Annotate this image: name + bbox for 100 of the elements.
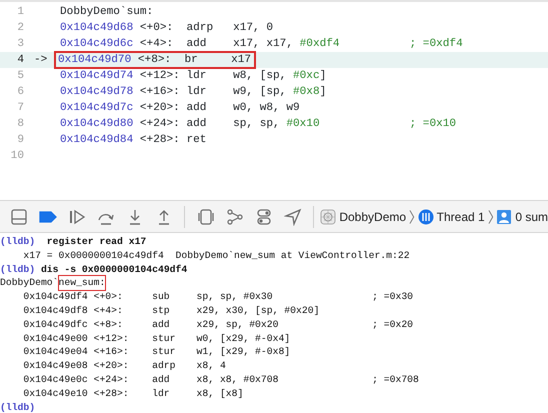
- mnemonic: ldr: [186, 69, 208, 84]
- line-number: 2: [16, 21, 25, 36]
- highlighted-function-name: new_sum:: [58, 276, 106, 290]
- offset: <+4>:: [140, 37, 174, 52]
- address: 0x104c49d6c: [60, 37, 134, 52]
- line-number: 10: [10, 149, 25, 164]
- line-number: 8: [16, 117, 25, 132]
- mnemonic: ldr: [152, 386, 171, 401]
- address: 0x104c49d84: [60, 133, 134, 148]
- offset: <+12>:: [94, 332, 130, 346]
- operand: w0, w8, w9: [233, 102, 300, 114]
- operand: x17, x17,: [233, 38, 294, 50]
- operand: ]: [320, 70, 326, 82]
- line-number: 7: [16, 101, 25, 116]
- operand: sp, sp,: [233, 118, 281, 130]
- operands: w1, [x29, #-0x8]: [196, 345, 292, 360]
- offset: <+16>:: [140, 85, 181, 100]
- console-prompt: (lldb): [0, 262, 36, 276]
- address: 0x104c49e0c: [23, 372, 89, 387]
- offset: <+24>:: [94, 372, 130, 387]
- chevron-icon: [409, 208, 415, 224]
- immediate: #0x8: [292, 86, 320, 98]
- operands: x8, [x8]: [196, 386, 244, 401]
- mnemonic: add: [186, 37, 208, 52]
- line-number: 1: [16, 5, 25, 20]
- operands: sp, sp, #0x30: [196, 290, 274, 304]
- mnemonic: ret: [186, 133, 208, 148]
- mnemonic: stur: [152, 332, 176, 346]
- mnemonic: adrp: [186, 21, 214, 36]
- mnemonic: add: [186, 101, 208, 116]
- address: 0x104c49df8: [23, 304, 89, 318]
- operands: x29, sp, #0x20: [196, 318, 280, 332]
- offset: <+28>:: [94, 386, 130, 401]
- breadcrumb-item[interactable]: 0 sum: [515, 208, 548, 226]
- comment: ; =0x30: [372, 290, 414, 304]
- line-number: 4: [16, 53, 25, 68]
- offset: <+20>:: [94, 359, 130, 373]
- console-command: dis -s 0x0000000104c49df4: [40, 262, 188, 276]
- comment: ; =0x708: [372, 372, 419, 387]
- immediate: #0xc: [292, 70, 320, 82]
- address: 0x104c49d80: [60, 117, 134, 132]
- immediate: #0x10: [286, 118, 320, 130]
- offset: <+28>:: [140, 133, 181, 148]
- console-output: x17 = 0x0000000104c49df4 DobbyDemo`new_sum at ViewController.m:22: [22, 248, 410, 263]
- address: 0x104c49d74: [60, 69, 134, 84]
- address: 0x104c49e10: [23, 386, 89, 401]
- mnemonic: ldr: [186, 85, 208, 100]
- operand: w8, [sp,: [233, 70, 288, 82]
- offset: <+0>:: [140, 21, 174, 36]
- mnemonic: sub: [152, 290, 171, 304]
- operands: w0, [x29, #-0x4]: [196, 332, 292, 346]
- offset: <+8>:: [94, 318, 124, 332]
- current-line-arrow: ->: [34, 54, 48, 66]
- operand: x17: [231, 54, 252, 66]
- address: 0x104c49e04: [23, 345, 89, 360]
- address: 0x104c49d70: [58, 53, 132, 68]
- offset: <+12>:: [140, 69, 181, 84]
- console-command: register read x17: [46, 235, 146, 249]
- function-module: DobbyDemo`: [0, 276, 59, 290]
- continue-icon[interactable]: [68, 208, 86, 226]
- mnemonic: br: [184, 53, 199, 68]
- layers-icon[interactable]: [196, 208, 215, 226]
- chevron-icon: [488, 208, 494, 224]
- breadcrumb-item[interactable]: DobbyDemo: [339, 208, 406, 226]
- offset: <+8>:: [138, 53, 172, 68]
- address: 0x104c49d78: [60, 85, 134, 100]
- line-number: 6: [16, 85, 25, 100]
- console-prompt: (lldb): [0, 400, 36, 413]
- app-icon: [320, 208, 336, 224]
- address: 0x104c49e00: [23, 332, 89, 346]
- operand: x17, 0: [233, 22, 274, 34]
- panel-toggle-icon[interactable]: [10, 208, 28, 226]
- mnemonic: add: [152, 318, 171, 332]
- offset: <+20>:: [140, 101, 181, 116]
- console-prompt: (lldb): [0, 235, 36, 249]
- toggle-switch-icon[interactable]: [254, 208, 273, 226]
- breadcrumb-item[interactable]: Thread 1: [436, 208, 485, 226]
- person-icon: [496, 208, 512, 224]
- address: 0x104c49dfc: [23, 318, 89, 332]
- address: 0x104c49d68: [60, 21, 134, 36]
- mnemonic: add: [186, 117, 208, 132]
- location-arrow-icon[interactable]: [284, 208, 302, 226]
- line-number: 9: [16, 133, 25, 148]
- line-number: 3: [16, 37, 25, 52]
- operands: x29, x30, [sp, #0x20]: [196, 304, 320, 318]
- address: 0x104c49d7c: [60, 101, 134, 116]
- comment: ; =0x20: [372, 318, 414, 332]
- offset: <+16>:: [94, 345, 130, 360]
- graph-icon[interactable]: [226, 208, 244, 226]
- offset: <+4>:: [94, 304, 124, 318]
- thread-icon: [418, 208, 434, 224]
- operands: x8, x8, #0x708: [196, 372, 280, 387]
- offset: <+24>:: [140, 117, 181, 132]
- function-label: DobbyDemo`sum:: [60, 5, 154, 20]
- comment: ; =0xdf4: [409, 37, 463, 52]
- comment: ; =0x10: [409, 117, 456, 132]
- address: 0x104c49df4: [23, 290, 89, 304]
- mnemonic: adrp: [152, 359, 176, 373]
- operand: w9, [sp,: [233, 86, 288, 98]
- immediate: #0xdf4: [300, 38, 340, 50]
